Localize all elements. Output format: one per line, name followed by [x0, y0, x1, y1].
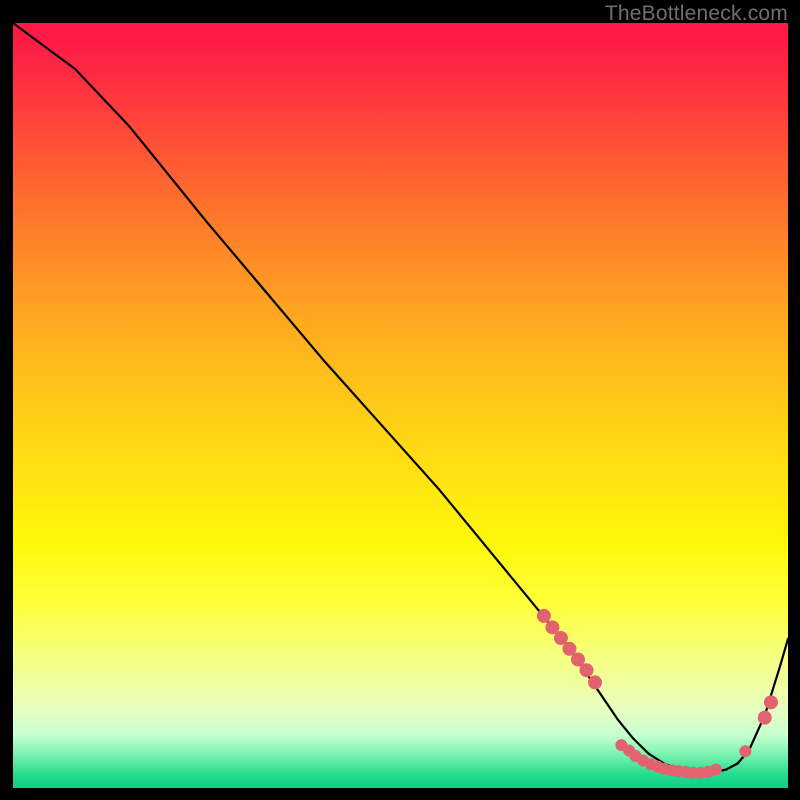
dot — [580, 663, 594, 677]
plot-area — [13, 23, 788, 788]
dot — [588, 675, 602, 689]
watermark-text: TheBottleneck.com — [605, 2, 788, 26]
dot — [710, 764, 722, 776]
dot — [537, 609, 551, 623]
chart-frame: TheBottleneck.com — [0, 0, 800, 800]
dot — [758, 711, 772, 725]
highlight-dots — [537, 609, 778, 779]
curve-line — [13, 23, 788, 773]
dot — [764, 695, 778, 709]
dot — [739, 745, 751, 757]
chart-svg — [13, 23, 788, 788]
